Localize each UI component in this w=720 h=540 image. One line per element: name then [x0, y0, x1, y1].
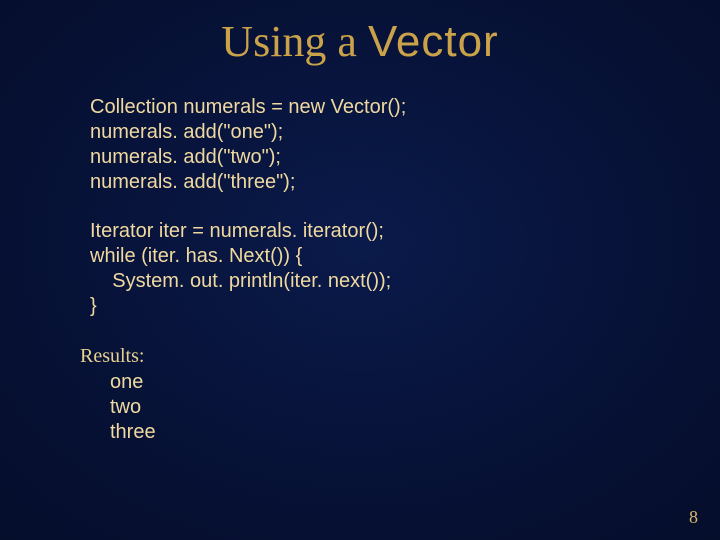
code-block-1: Collection numerals = new Vector(); nume…: [90, 95, 720, 195]
results-label: Results:: [80, 345, 720, 368]
title-part2: Vector: [368, 17, 499, 66]
page-number: 8: [689, 507, 698, 528]
slide: Using a Vector Collection numerals = new…: [0, 0, 720, 540]
slide-title: Using a Vector: [0, 0, 720, 67]
results-output: one two three: [110, 370, 720, 445]
code-block-2: Iterator iter = numerals. iterator(); wh…: [90, 219, 720, 319]
title-part1: Using a: [221, 17, 368, 66]
